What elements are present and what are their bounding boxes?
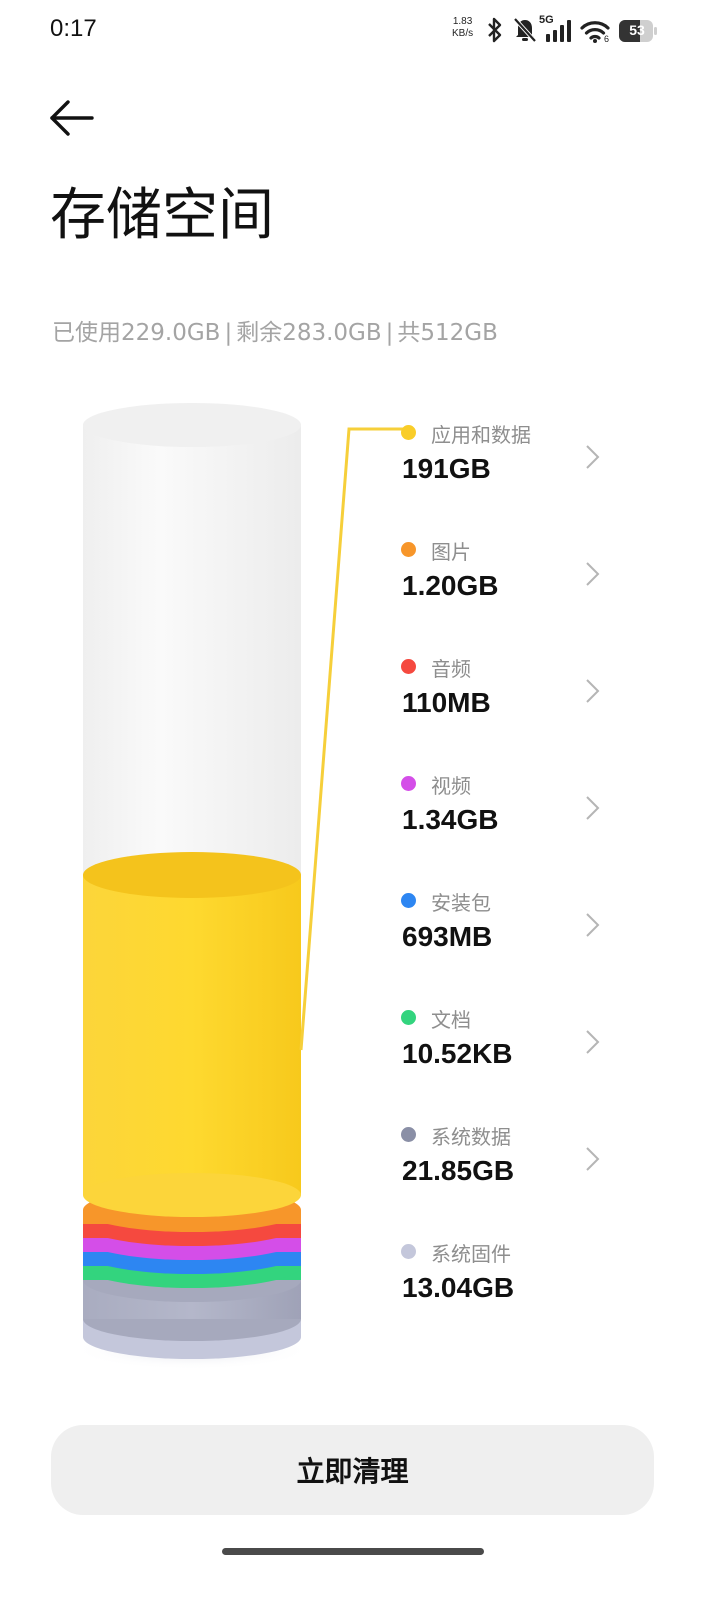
category-video[interactable]: 视频 1.34GB	[400, 761, 610, 851]
chevron-right-icon	[586, 1147, 600, 1171]
category-firmware: 系统固件 13.04GB	[400, 1229, 610, 1319]
net-speed: 1.83 KB/s	[452, 16, 473, 40]
used-storage: 已使用229.0GB	[52, 320, 221, 346]
back-button[interactable]	[44, 96, 100, 140]
apps-connector-line	[299, 427, 407, 1051]
apk-dot	[401, 893, 416, 908]
category-docs[interactable]: 文档 10.52KB	[400, 995, 610, 1085]
chevron-right-icon	[586, 1030, 600, 1054]
chevron-right-icon	[586, 679, 600, 703]
remaining-storage: 剩余283.0GB	[236, 320, 382, 346]
wifi-label: 6	[604, 34, 610, 44]
storage-cylinder	[72, 403, 407, 1370]
chevron-right-icon	[586, 796, 600, 820]
category-label: 安装包	[431, 891, 491, 915]
category-label: 文档	[431, 1008, 471, 1032]
chevron-right-icon	[586, 445, 600, 469]
category-value: 110MB	[402, 687, 491, 718]
cell-signal-icon	[546, 20, 571, 42]
docs-dot	[401, 1010, 416, 1025]
firmware-dot	[401, 1244, 416, 1259]
battery-level: 53	[629, 22, 645, 38]
category-apk[interactable]: 安装包 693MB	[400, 878, 610, 968]
summary-separator: |	[385, 320, 394, 346]
net-speed-unit: KB/s	[452, 28, 474, 39]
category-value: 21.85GB	[402, 1155, 515, 1186]
category-label: 视频	[431, 774, 471, 798]
chevron-right-icon	[586, 913, 600, 937]
home-indicator[interactable]	[222, 1548, 484, 1555]
storage-chart: 应用和数据 191GB 图片 1.20GB 音频 110MB 视频 1.34GB…	[0, 390, 720, 1390]
category-value: 13.04GB	[402, 1272, 515, 1303]
apps-top	[83, 852, 301, 898]
status-time: 0:17	[50, 15, 97, 42]
summary-separator: |	[224, 320, 233, 346]
video-dot	[401, 776, 416, 791]
category-audio[interactable]: 音频 110MB	[400, 644, 610, 734]
category-label: 系统固件	[431, 1242, 511, 1266]
total-storage: 共512GB	[397, 320, 498, 346]
category-apps[interactable]: 应用和数据 191GB	[400, 410, 610, 500]
arrow-left-icon	[50, 100, 94, 136]
images-dot	[401, 542, 416, 557]
category-label: 图片	[431, 540, 471, 564]
apps-bottom	[83, 1173, 301, 1217]
category-value: 1.20GB	[402, 570, 499, 601]
system-data-dot	[401, 1127, 416, 1142]
category-system-data[interactable]: 系统数据 21.85GB	[400, 1112, 610, 1202]
chevron-right-icon	[586, 562, 600, 586]
category-value: 693MB	[402, 921, 493, 952]
bluetooth-icon	[488, 17, 502, 43]
category-images[interactable]: 图片 1.20GB	[400, 527, 610, 617]
net-speed-value: 1.83	[452, 16, 473, 27]
category-value: 1.34GB	[402, 804, 499, 835]
bell-muted-icon	[513, 17, 537, 43]
category-label: 系统数据	[431, 1125, 511, 1149]
storage-summary: 已使用229.0GB | 剩余283.0GB | 共512GB	[52, 313, 498, 347]
apps-dot	[401, 425, 416, 440]
category-value: 191GB	[402, 453, 491, 484]
audio-dot	[401, 659, 416, 674]
free-space-segment	[83, 425, 301, 875]
category-label: 音频	[431, 657, 471, 681]
apps-segment	[83, 875, 301, 1195]
status-bar: 0:17 1.83 KB/s 5G 6 53	[0, 0, 720, 60]
clean-now-button[interactable]: 立即清理	[51, 1425, 654, 1515]
page-title: 存储空间	[50, 183, 274, 248]
cylinder-top	[83, 403, 301, 447]
category-value: 10.52KB	[402, 1038, 513, 1069]
category-label: 应用和数据	[431, 423, 531, 447]
